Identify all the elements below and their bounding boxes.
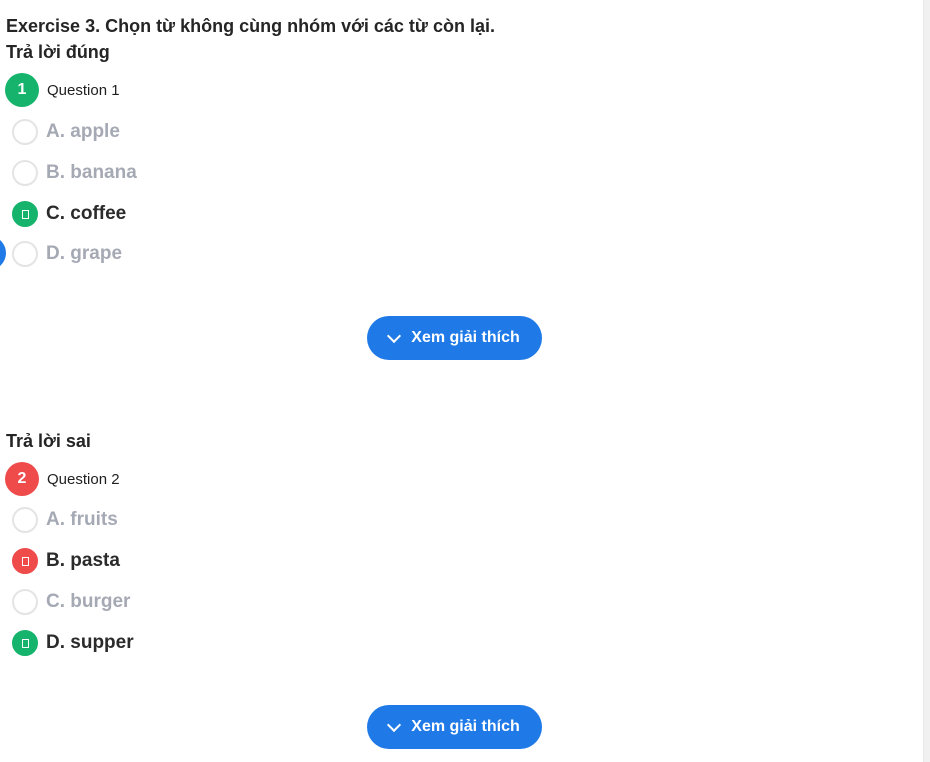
option-d[interactable]: D. supper [12, 630, 134, 656]
option-a[interactable]: A. apple [12, 119, 120, 145]
question-number-badge: 1 [5, 73, 39, 107]
radio-unselected-icon[interactable] [12, 507, 38, 533]
correct-answer-icon[interactable] [12, 630, 38, 656]
radio-unselected-icon[interactable] [12, 119, 38, 145]
option-label: C. coffee [46, 203, 127, 224]
option-c[interactable]: C. coffee [12, 201, 126, 227]
option-label: B. banana [46, 162, 137, 183]
question-label: Question 1 [47, 81, 120, 99]
question-label: Question 2 [47, 470, 120, 488]
quiz-page: Exercise 3. Chọn từ không cùng nhóm với … [0, 0, 930, 762]
section-title-wrong: Trả lời sai [6, 431, 91, 451]
show-explanation-label: Xem giải thích [411, 329, 520, 346]
option-label: D. supper [46, 632, 134, 653]
option-label: A. fruits [46, 509, 118, 530]
option-a[interactable]: A. fruits [12, 507, 118, 533]
section-title-correct: Trả lời đúng [6, 42, 110, 62]
radio-unselected-icon[interactable] [12, 589, 38, 615]
chevron-down-icon [387, 717, 402, 732]
option-label: B. pasta [46, 550, 120, 571]
option-c[interactable]: C. burger [12, 589, 130, 615]
show-explanation-label: Xem giải thích [411, 718, 520, 735]
option-label: D. grape [46, 243, 123, 264]
option-b[interactable]: B. pasta [12, 548, 120, 574]
exercise-title: Exercise 3. Chọn từ không cùng nhóm với … [6, 16, 495, 36]
radio-unselected-icon[interactable] [12, 160, 38, 186]
show-explanation-button[interactable]: Xem giải thích [367, 316, 542, 360]
option-d[interactable]: D. grape [12, 241, 122, 267]
chevron-down-icon [387, 328, 402, 343]
question-number-badge: 2 [5, 462, 39, 496]
option-label: C. burger [46, 591, 131, 612]
option-label: A. apple [46, 121, 120, 142]
correct-answer-icon[interactable] [12, 201, 38, 227]
wrong-answer-icon[interactable] [12, 548, 38, 574]
side-tab-handle[interactable] [0, 236, 6, 270]
show-explanation-button[interactable]: Xem giải thích [367, 705, 542, 749]
scrollbar-track[interactable] [923, 0, 930, 762]
option-b[interactable]: B. banana [12, 160, 137, 186]
radio-unselected-icon[interactable] [12, 241, 38, 267]
question-header-2: 2 Question 2 [5, 462, 120, 496]
question-header-1: 1 Question 1 [5, 73, 120, 107]
